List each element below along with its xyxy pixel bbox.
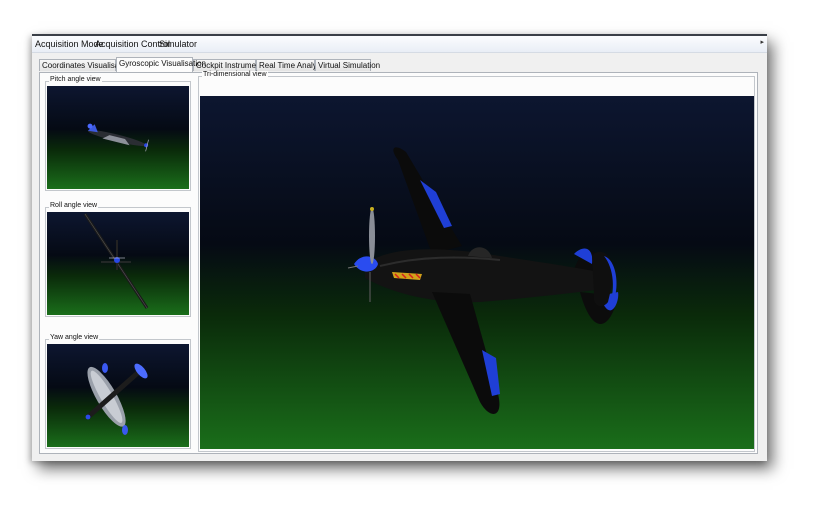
gyroscopic-panel: Pitch angle view Roll angle view Yaw ang… [39,71,758,454]
tri-dimensional-view-group: Tri-dimensional view [198,71,755,452]
roll-view[interactable] [47,212,189,315]
yaw-view-group: Yaw angle view [45,334,191,449]
menu-acquisition-mode[interactable]: Acquisition Mode [35,39,104,49]
tab-virtual-simulation[interactable]: Virtual Simulation [315,59,380,71]
roll-view-label: Roll angle view [49,202,99,209]
chevron-right-icon[interactable]: ▸ [760,38,764,46]
tri-dimensional-view[interactable] [200,96,754,449]
yaw-aircraft [85,363,148,435]
roll-aircraft [83,213,149,309]
tri-dimensional-view-label: Tri-dimensional view [202,71,268,78]
menubar: Acquisition Mode Acquisition Control Sim… [32,36,767,53]
app-window: Acquisition Mode Acquisition Control Sim… [32,34,767,461]
tab-real-time-analysis[interactable]: Real Time Analysis [256,59,327,71]
pitch-view[interactable] [47,86,189,189]
yaw-view-label: Yaw angle view [49,334,100,341]
roll-view-group: Roll angle view [45,202,191,317]
pitch-view-group: Pitch angle view [45,76,191,191]
tab-gyroscopic-visualisation[interactable]: Gyroscopic Visualisation [116,57,206,72]
yaw-view[interactable] [47,344,189,447]
pitch-aircraft [87,123,149,152]
pitch-view-label: Pitch angle view [49,76,102,83]
tab-coordinates-visualisation[interactable]: Coordinates Visualisation [39,59,132,71]
menu-simulator[interactable]: Simulator [159,39,197,49]
tri-dimensional-aircraft [347,147,619,414]
